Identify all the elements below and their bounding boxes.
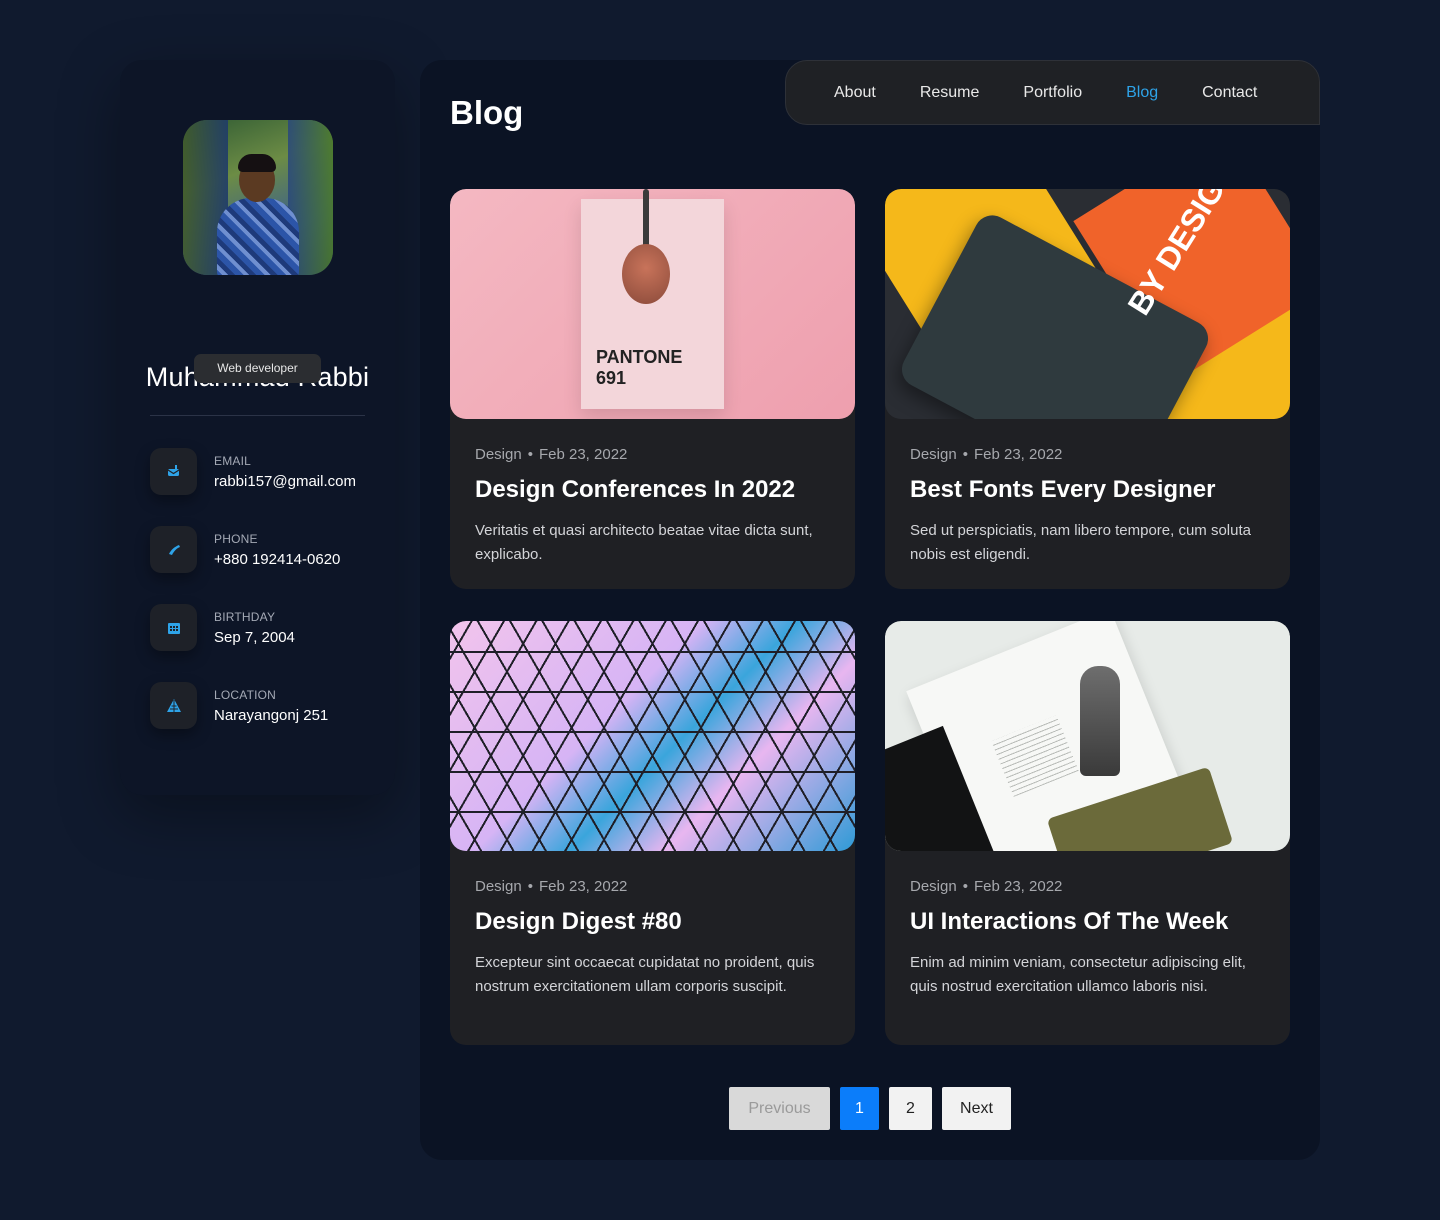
blog-card[interactable]: PANTONE 691 Design • Feb 23, 2022 Design C… xyxy=(450,189,855,589)
post-excerpt: Veritatis et quasi architecto beatae vit… xyxy=(475,522,813,563)
post-title[interactable]: UI Interactions Of The Week xyxy=(910,908,1228,936)
avatar xyxy=(183,120,333,275)
profile-sidebar: Muhammad Rabbi Web developer EMAIL rabbi… xyxy=(120,60,395,795)
image-text: PANTONE xyxy=(596,347,683,367)
post-image[interactable]: BY DESIGN xyxy=(885,189,1290,419)
post-excerpt: Sed ut perspiciatis, nam libero tempore,… xyxy=(910,522,1251,563)
location-icon xyxy=(150,682,197,729)
post-date: Feb 23, 2022 xyxy=(973,446,1063,463)
nav-portfolio[interactable]: Portfolio xyxy=(1023,84,1082,102)
post-excerpt: Excepteur sint occaecat cupidatat no pro… xyxy=(475,954,815,995)
contact-phone: PHONE +880 192414-0620 xyxy=(150,526,385,574)
contact-value[interactable]: +880 192414-0620 xyxy=(214,551,340,568)
contact-email: EMAIL rabbi157@gmail.com xyxy=(150,448,385,496)
top-navbar: About Resume Portfolio Blog Contact xyxy=(785,60,1320,125)
blog-main: Blog About Resume Portfolio Blog Contact… xyxy=(420,60,1320,1160)
post-category: Design xyxy=(910,446,957,463)
post-date: Feb 23, 2022 xyxy=(973,878,1063,895)
previous-page-button[interactable]: Previous xyxy=(729,1087,830,1130)
post-category: Design xyxy=(910,878,957,895)
contact-value: Narayangonj 251 xyxy=(214,707,329,724)
mail-icon xyxy=(150,448,197,495)
blog-card[interactable]: Design • Feb 23, 2022 Design Digest #80 Ex… xyxy=(450,621,855,1045)
post-title[interactable]: Best Fonts Every Designer xyxy=(910,476,1215,504)
contact-label: BIRTHDAY xyxy=(214,610,276,624)
contact-value: Sep 7, 2004 xyxy=(214,629,295,646)
phone-icon xyxy=(150,526,197,573)
post-category: Design xyxy=(475,878,522,895)
post-excerpt: Enim ad minim veniam, consectetur adipis… xyxy=(910,954,1246,995)
post-meta: Design • Feb 23, 2022 xyxy=(475,446,628,463)
blog-card[interactable]: BY DESIGN Design • Feb 23, 2022 Best Fonts… xyxy=(885,189,1290,589)
contact-label: LOCATION xyxy=(214,688,277,702)
post-category: Design xyxy=(475,446,522,463)
post-image[interactable] xyxy=(450,621,855,851)
page-title: Blog xyxy=(450,94,524,131)
page-2-button[interactable]: 2 xyxy=(889,1087,932,1130)
post-meta: Design • Feb 23, 2022 xyxy=(910,878,1063,895)
contact-location: LOCATION Narayangonj 251 xyxy=(150,682,385,730)
contact-birthday: BIRTHDAY Sep 7, 2004 xyxy=(150,604,385,652)
post-date: Feb 23, 2022 xyxy=(538,878,628,895)
nav-resume[interactable]: Resume xyxy=(920,84,980,102)
post-date: Feb 23, 2022 xyxy=(538,446,628,463)
post-image[interactable]: PANTONE 691 xyxy=(450,189,855,419)
post-title[interactable]: Design Conferences In 2022 xyxy=(475,476,795,504)
blog-card[interactable]: Design • Feb 23, 2022 UI Interactions Of T… xyxy=(885,621,1290,1045)
sidebar-divider xyxy=(150,415,365,416)
post-meta: Design • Feb 23, 2022 xyxy=(475,878,628,895)
post-title[interactable]: Design Digest #80 xyxy=(475,908,682,936)
image-text: 691 xyxy=(596,368,627,388)
contact-label: EMAIL xyxy=(214,454,252,468)
calendar-icon xyxy=(150,604,197,651)
next-page-button[interactable]: Next xyxy=(942,1087,1011,1130)
role-badge: Web developer xyxy=(194,354,321,383)
page-1-button[interactable]: 1 xyxy=(840,1087,879,1130)
nav-contact[interactable]: Contact xyxy=(1202,84,1257,102)
post-image[interactable] xyxy=(885,621,1290,851)
nav-about[interactable]: About xyxy=(834,84,876,102)
pagination: Previous 1 2 Next xyxy=(729,1087,1011,1130)
contact-label: PHONE xyxy=(214,532,258,546)
contact-value[interactable]: rabbi157@gmail.com xyxy=(214,473,356,490)
post-meta: Design • Feb 23, 2022 xyxy=(910,446,1063,463)
nav-blog[interactable]: Blog xyxy=(1126,84,1158,102)
